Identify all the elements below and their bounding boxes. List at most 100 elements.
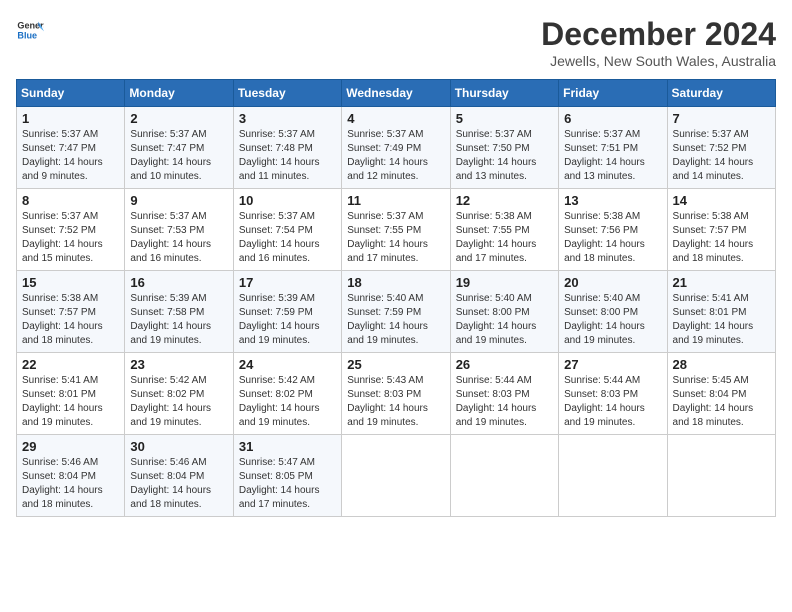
day-detail: Sunrise: 5:38 AMSunset: 7:56 PMDaylight:… bbox=[564, 210, 661, 266]
day-detail: Sunrise: 5:41 AMSunset: 8:01 PMDaylight:… bbox=[22, 374, 119, 430]
day-number: 16 bbox=[130, 275, 227, 290]
day-detail: Sunrise: 5:40 AMSunset: 8:00 PMDaylight:… bbox=[456, 292, 553, 348]
calendar-cell: 27 Sunrise: 5:44 AMSunset: 8:03 PMDaylig… bbox=[559, 353, 667, 435]
calendar-cell bbox=[559, 435, 667, 517]
day-detail: Sunrise: 5:39 AMSunset: 7:58 PMDaylight:… bbox=[130, 292, 227, 348]
day-detail: Sunrise: 5:38 AMSunset: 7:57 PMDaylight:… bbox=[673, 210, 770, 266]
logo: General Blue bbox=[16, 16, 44, 44]
day-number: 15 bbox=[22, 275, 119, 290]
day-number: 14 bbox=[673, 193, 770, 208]
day-number: 17 bbox=[239, 275, 336, 290]
day-number: 1 bbox=[22, 111, 119, 126]
calendar-cell: 18 Sunrise: 5:40 AMSunset: 7:59 PMDaylig… bbox=[342, 271, 450, 353]
calendar-cell: 31 Sunrise: 5:47 AMSunset: 8:05 PMDaylig… bbox=[233, 435, 341, 517]
day-number: 4 bbox=[347, 111, 444, 126]
calendar-table: Sunday Monday Tuesday Wednesday Thursday… bbox=[16, 79, 776, 517]
calendar-cell: 13 Sunrise: 5:38 AMSunset: 7:56 PMDaylig… bbox=[559, 189, 667, 271]
day-detail: Sunrise: 5:42 AMSunset: 8:02 PMDaylight:… bbox=[130, 374, 227, 430]
calendar-cell: 10 Sunrise: 5:37 AMSunset: 7:54 PMDaylig… bbox=[233, 189, 341, 271]
day-number: 12 bbox=[456, 193, 553, 208]
day-detail: Sunrise: 5:40 AMSunset: 8:00 PMDaylight:… bbox=[564, 292, 661, 348]
calendar-cell: 5 Sunrise: 5:37 AMSunset: 7:50 PMDayligh… bbox=[450, 107, 558, 189]
col-sunday: Sunday bbox=[17, 80, 125, 107]
day-detail: Sunrise: 5:38 AMSunset: 7:57 PMDaylight:… bbox=[22, 292, 119, 348]
day-detail: Sunrise: 5:37 AMSunset: 7:52 PMDaylight:… bbox=[22, 210, 119, 266]
calendar-cell: 11 Sunrise: 5:37 AMSunset: 7:55 PMDaylig… bbox=[342, 189, 450, 271]
day-detail: Sunrise: 5:37 AMSunset: 7:48 PMDaylight:… bbox=[239, 128, 336, 184]
day-detail: Sunrise: 5:37 AMSunset: 7:50 PMDaylight:… bbox=[456, 128, 553, 184]
day-number: 18 bbox=[347, 275, 444, 290]
day-number: 29 bbox=[22, 439, 119, 454]
calendar-cell: 28 Sunrise: 5:45 AMSunset: 8:04 PMDaylig… bbox=[667, 353, 775, 435]
day-detail: Sunrise: 5:37 AMSunset: 7:54 PMDaylight:… bbox=[239, 210, 336, 266]
day-detail: Sunrise: 5:45 AMSunset: 8:04 PMDaylight:… bbox=[673, 374, 770, 430]
day-number: 9 bbox=[130, 193, 227, 208]
calendar-cell: 20 Sunrise: 5:40 AMSunset: 8:00 PMDaylig… bbox=[559, 271, 667, 353]
calendar-cell: 25 Sunrise: 5:43 AMSunset: 8:03 PMDaylig… bbox=[342, 353, 450, 435]
header-row: Sunday Monday Tuesday Wednesday Thursday… bbox=[17, 80, 776, 107]
calendar-row: 15 Sunrise: 5:38 AMSunset: 7:57 PMDaylig… bbox=[17, 271, 776, 353]
day-number: 19 bbox=[456, 275, 553, 290]
day-detail: Sunrise: 5:39 AMSunset: 7:59 PMDaylight:… bbox=[239, 292, 336, 348]
calendar-cell: 21 Sunrise: 5:41 AMSunset: 8:01 PMDaylig… bbox=[667, 271, 775, 353]
col-saturday: Saturday bbox=[667, 80, 775, 107]
calendar-cell: 2 Sunrise: 5:37 AMSunset: 7:47 PMDayligh… bbox=[125, 107, 233, 189]
calendar-cell: 26 Sunrise: 5:44 AMSunset: 8:03 PMDaylig… bbox=[450, 353, 558, 435]
day-detail: Sunrise: 5:43 AMSunset: 8:03 PMDaylight:… bbox=[347, 374, 444, 430]
calendar-cell: 7 Sunrise: 5:37 AMSunset: 7:52 PMDayligh… bbox=[667, 107, 775, 189]
day-detail: Sunrise: 5:37 AMSunset: 7:49 PMDaylight:… bbox=[347, 128, 444, 184]
calendar-row: 29 Sunrise: 5:46 AMSunset: 8:04 PMDaylig… bbox=[17, 435, 776, 517]
col-tuesday: Tuesday bbox=[233, 80, 341, 107]
calendar-cell: 14 Sunrise: 5:38 AMSunset: 7:57 PMDaylig… bbox=[667, 189, 775, 271]
day-detail: Sunrise: 5:41 AMSunset: 8:01 PMDaylight:… bbox=[673, 292, 770, 348]
day-number: 2 bbox=[130, 111, 227, 126]
calendar-row: 1 Sunrise: 5:37 AMSunset: 7:47 PMDayligh… bbox=[17, 107, 776, 189]
day-number: 11 bbox=[347, 193, 444, 208]
day-detail: Sunrise: 5:37 AMSunset: 7:47 PMDaylight:… bbox=[130, 128, 227, 184]
day-number: 24 bbox=[239, 357, 336, 372]
calendar-cell: 9 Sunrise: 5:37 AMSunset: 7:53 PMDayligh… bbox=[125, 189, 233, 271]
day-number: 8 bbox=[22, 193, 119, 208]
day-number: 23 bbox=[130, 357, 227, 372]
day-number: 26 bbox=[456, 357, 553, 372]
page-header: General Blue December 2024 Jewells, New … bbox=[16, 16, 776, 69]
calendar-cell: 29 Sunrise: 5:46 AMSunset: 8:04 PMDaylig… bbox=[17, 435, 125, 517]
calendar-row: 8 Sunrise: 5:37 AMSunset: 7:52 PMDayligh… bbox=[17, 189, 776, 271]
day-detail: Sunrise: 5:37 AMSunset: 7:53 PMDaylight:… bbox=[130, 210, 227, 266]
calendar-cell: 3 Sunrise: 5:37 AMSunset: 7:48 PMDayligh… bbox=[233, 107, 341, 189]
day-detail: Sunrise: 5:37 AMSunset: 7:51 PMDaylight:… bbox=[564, 128, 661, 184]
calendar-cell: 4 Sunrise: 5:37 AMSunset: 7:49 PMDayligh… bbox=[342, 107, 450, 189]
day-number: 5 bbox=[456, 111, 553, 126]
svg-text:Blue: Blue bbox=[17, 30, 37, 40]
calendar-cell bbox=[667, 435, 775, 517]
day-number: 3 bbox=[239, 111, 336, 126]
calendar-cell: 16 Sunrise: 5:39 AMSunset: 7:58 PMDaylig… bbox=[125, 271, 233, 353]
calendar-cell bbox=[342, 435, 450, 517]
day-detail: Sunrise: 5:37 AMSunset: 7:52 PMDaylight:… bbox=[673, 128, 770, 184]
logo-icon: General Blue bbox=[16, 16, 44, 44]
day-number: 7 bbox=[673, 111, 770, 126]
calendar-cell: 17 Sunrise: 5:39 AMSunset: 7:59 PMDaylig… bbox=[233, 271, 341, 353]
calendar-cell: 23 Sunrise: 5:42 AMSunset: 8:02 PMDaylig… bbox=[125, 353, 233, 435]
calendar-cell: 30 Sunrise: 5:46 AMSunset: 8:04 PMDaylig… bbox=[125, 435, 233, 517]
day-detail: Sunrise: 5:44 AMSunset: 8:03 PMDaylight:… bbox=[456, 374, 553, 430]
day-detail: Sunrise: 5:42 AMSunset: 8:02 PMDaylight:… bbox=[239, 374, 336, 430]
calendar-cell: 24 Sunrise: 5:42 AMSunset: 8:02 PMDaylig… bbox=[233, 353, 341, 435]
day-detail: Sunrise: 5:46 AMSunset: 8:04 PMDaylight:… bbox=[22, 456, 119, 512]
day-detail: Sunrise: 5:46 AMSunset: 8:04 PMDaylight:… bbox=[130, 456, 227, 512]
day-number: 27 bbox=[564, 357, 661, 372]
col-wednesday: Wednesday bbox=[342, 80, 450, 107]
day-number: 10 bbox=[239, 193, 336, 208]
col-friday: Friday bbox=[559, 80, 667, 107]
day-detail: Sunrise: 5:37 AMSunset: 7:47 PMDaylight:… bbox=[22, 128, 119, 184]
day-number: 31 bbox=[239, 439, 336, 454]
day-number: 28 bbox=[673, 357, 770, 372]
calendar-row: 22 Sunrise: 5:41 AMSunset: 8:01 PMDaylig… bbox=[17, 353, 776, 435]
day-detail: Sunrise: 5:47 AMSunset: 8:05 PMDaylight:… bbox=[239, 456, 336, 512]
day-number: 20 bbox=[564, 275, 661, 290]
col-thursday: Thursday bbox=[450, 80, 558, 107]
location-title: Jewells, New South Wales, Australia bbox=[541, 53, 776, 69]
day-detail: Sunrise: 5:37 AMSunset: 7:55 PMDaylight:… bbox=[347, 210, 444, 266]
day-detail: Sunrise: 5:40 AMSunset: 7:59 PMDaylight:… bbox=[347, 292, 444, 348]
day-number: 21 bbox=[673, 275, 770, 290]
